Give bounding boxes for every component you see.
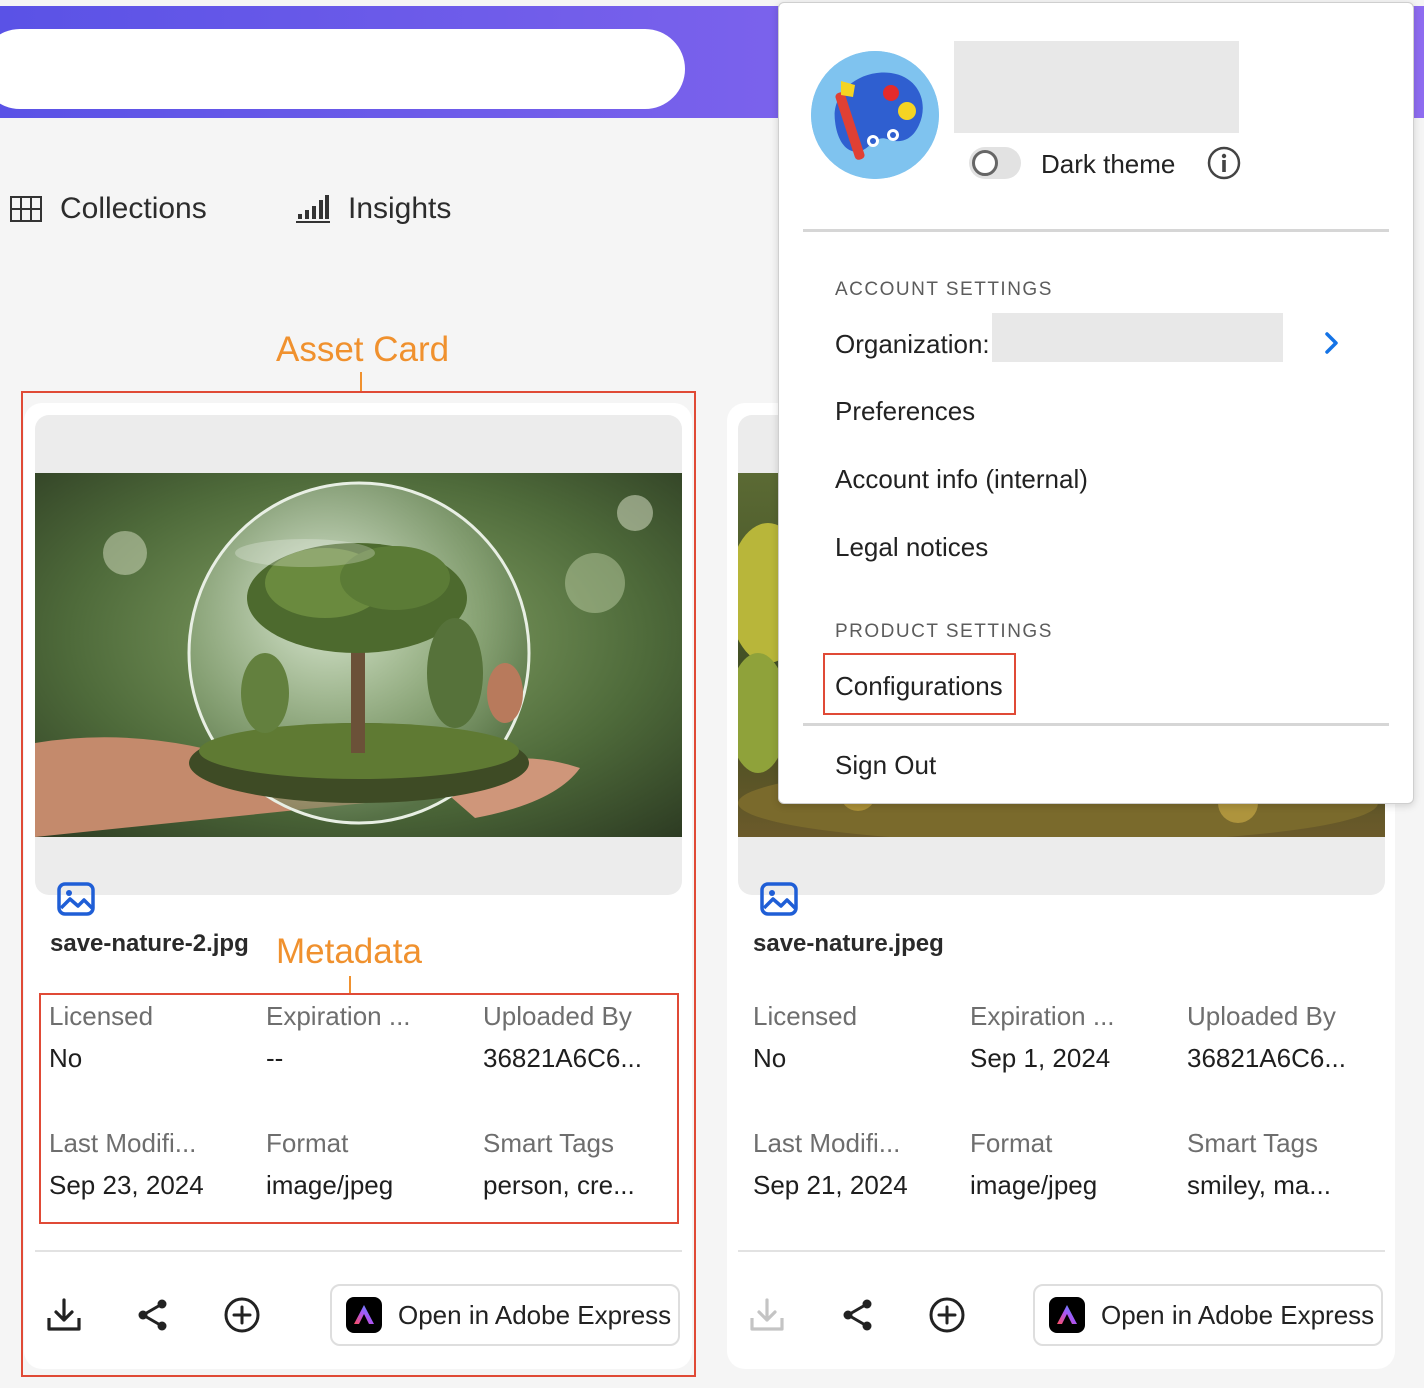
metadata-annotation: Metadata: [276, 932, 422, 971]
tab-insights-label: Insights: [348, 192, 452, 225]
meta-value-last-modified: Sep 21, 2024: [753, 1170, 908, 1200]
meta-value-uploaded-by: 36821A6C6...: [1187, 1043, 1347, 1073]
open-in-adobe-express-button[interactable]: Open in Adobe Express: [1033, 1284, 1383, 1346]
info-icon[interactable]: [1207, 146, 1241, 180]
meta-value-licensed: No: [753, 1043, 787, 1073]
add-circle-icon: [929, 1297, 965, 1333]
product-settings-heading: PRODUCT SETTINGS: [835, 621, 1053, 642]
menu-divider: [803, 723, 1389, 726]
asset-card-annotation-line: [360, 372, 362, 392]
menu-divider: [803, 229, 1389, 232]
menu-item-sign-out[interactable]: Sign Out: [835, 750, 936, 781]
dark-theme-label: Dark theme: [1041, 149, 1176, 179]
menu-item-account-info[interactable]: Account info (internal): [835, 464, 1088, 495]
tab-collections[interactable]: Collections: [10, 192, 207, 226]
search-input[interactable]: [0, 29, 685, 109]
tab-collections-label: Collections: [60, 192, 207, 225]
menu-item-preferences[interactable]: Preferences: [835, 396, 975, 427]
open-in-adobe-express-label: Open in Adobe Express: [1101, 1299, 1375, 1330]
user-name-redacted: [954, 41, 1239, 133]
asset-card-annotation: Asset Card: [276, 330, 450, 369]
account-settings-heading: ACCOUNT SETTINGS: [835, 279, 1053, 300]
share-button[interactable]: [838, 1295, 878, 1335]
dark-theme-toggle-knob: [972, 150, 998, 176]
bar-chart-icon: [296, 194, 330, 224]
image-type-icon: [759, 879, 799, 919]
asset-filename[interactable]: save-nature.jpeg: [753, 930, 944, 958]
asset-card-highlight: [21, 391, 696, 1377]
adobe-express-logo: [1049, 1297, 1085, 1333]
card-divider: [738, 1250, 1385, 1252]
configurations-highlight: [823, 653, 1016, 715]
chevron-right-icon[interactable]: [1323, 331, 1341, 355]
download-icon: [750, 1298, 784, 1331]
meta-label-format: Format: [970, 1128, 1053, 1158]
download-button-disabled[interactable]: [747, 1295, 787, 1335]
profile-menu: Dark theme ACCOUNT SETTINGS Organization…: [778, 2, 1414, 804]
meta-value-smart-tags: smiley, ma...: [1187, 1170, 1331, 1200]
menu-item-organization[interactable]: Organization:: [835, 329, 990, 360]
meta-label-uploaded-by: Uploaded By: [1187, 1001, 1336, 1031]
organization-name-redacted: [992, 313, 1283, 362]
dark-theme-toggle[interactable]: [969, 147, 1021, 179]
avatar: [811, 51, 939, 179]
menu-item-legal-notices[interactable]: Legal notices: [835, 532, 988, 563]
meta-value-expiration: Sep 1, 2024: [970, 1043, 1111, 1073]
avatar-palette: [811, 51, 939, 179]
add-to-collection-button[interactable]: [927, 1295, 967, 1335]
metadata-highlight: [39, 993, 679, 1224]
meta-label-licensed: Licensed: [753, 1001, 858, 1031]
metadata-annotation-line: [349, 976, 351, 993]
meta-label-smart-tags: Smart Tags: [1187, 1128, 1319, 1158]
share-icon: [843, 1299, 872, 1331]
meta-label-last-modified: Last Modifi...: [753, 1128, 901, 1158]
tab-insights[interactable]: Insights: [296, 192, 451, 226]
grid-icon: [10, 196, 42, 222]
meta-label-expiration: Expiration ...: [970, 1001, 1115, 1031]
meta-value-format: image/jpeg: [970, 1170, 1098, 1200]
